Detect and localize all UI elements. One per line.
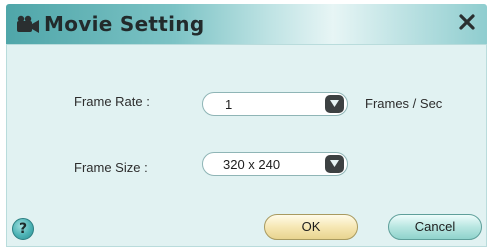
frame-rate-dropdown-button[interactable] <box>325 95 344 113</box>
frame-rate-label: Frame Rate : <box>74 94 150 109</box>
dialog-title: Movie Setting <box>44 12 205 36</box>
movie-setting-dialog: Movie Setting Frame Rate : 1 Frames / Se… <box>0 0 493 251</box>
ok-button[interactable]: OK <box>264 214 358 240</box>
frame-size-label: Frame Size : <box>74 160 148 175</box>
frame-size-dropdown-button[interactable] <box>325 155 344 173</box>
frame-size-select[interactable]: 320 x 240 <box>202 152 348 176</box>
cancel-button[interactable]: Cancel <box>388 214 482 240</box>
frame-rate-select[interactable]: 1 <box>202 92 348 116</box>
help-icon: ? <box>18 221 28 237</box>
title-bar[interactable]: Movie Setting <box>6 4 487 44</box>
help-button[interactable]: ? <box>12 218 34 240</box>
frame-rate-unit: Frames / Sec <box>365 96 443 111</box>
chevron-down-icon <box>330 160 339 167</box>
close-icon[interactable] <box>457 12 477 32</box>
chevron-down-icon <box>330 100 339 107</box>
movie-camera-icon <box>17 15 39 33</box>
frame-size-value: 320 x 240 <box>223 157 281 172</box>
frame-rate-value: 1 <box>225 97 233 112</box>
